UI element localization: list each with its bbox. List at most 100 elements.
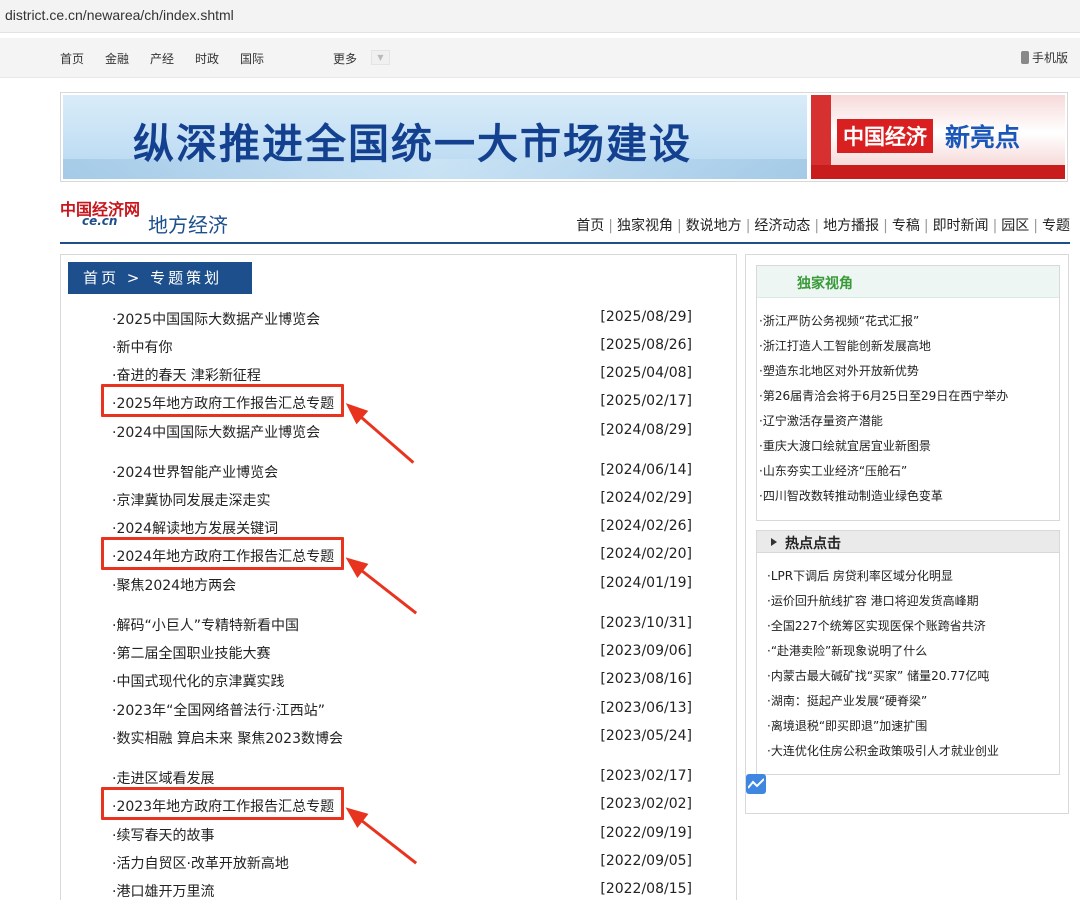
nav-home[interactable]: 首页 (576, 218, 604, 234)
highlight-box (101, 384, 344, 417)
chevron-down-icon[interactable]: ▼ (371, 50, 390, 65)
list-item[interactable]: ·2023年“全国网络普法行·江西站” [2023/06/13] (112, 698, 692, 722)
hot-item[interactable]: ·LPR下调后 房贷利率区域分化明显 (767, 567, 953, 584)
list-item[interactable]: ·第二届全国职业技能大赛 [2023/09/06] (112, 641, 692, 665)
topic-title[interactable]: ·聚焦2024地方两会 (112, 575, 236, 595)
site-logo-domain[interactable]: ce.cn (82, 214, 117, 228)
topic-title[interactable]: ·数实相融 算启未来 聚焦2023数博会 (112, 728, 343, 748)
topic-title[interactable]: ·中国式现代化的京津冀实践 (112, 671, 284, 691)
hot-item[interactable]: ·大连优化住房公积金政策吸引人才就业创业 (767, 742, 999, 759)
hot-click-box: 热点点击 ·LPR下调后 房贷利率区域分化明显 ·运价回升航线扩容 港口将迎发货… (756, 530, 1060, 775)
topnav-item-home[interactable]: 首页 (60, 50, 84, 67)
hot-item[interactable]: ·内蒙古最大碱矿找“买家” 储量20.77亿吨 (767, 667, 989, 684)
list-item[interactable]: ·聚焦2024地方两会 [2024/01/19] (112, 573, 692, 597)
topnav-item-politics[interactable]: 时政 (195, 50, 219, 67)
browser-address-bar[interactable]: district.ce.cn/newarea/ch/index.shtml (0, 0, 1080, 33)
list-item[interactable]: ·港口雄开万里流 [2022/08/15] (112, 879, 692, 900)
banner-slogan-panel[interactable]: 纵深推进全国统一大市场建设 (63, 95, 807, 179)
topic-date: [2024/06/14] (600, 462, 692, 478)
topic-date: [2023/02/02] (600, 796, 692, 812)
topnav-item-industry[interactable]: 产经 (150, 50, 174, 67)
topic-title[interactable]: ·走进区域看发展 (112, 768, 214, 788)
nav-data-local[interactable]: 数说地方 (686, 218, 742, 234)
chart-trend-icon[interactable] (746, 774, 766, 794)
breadcrumb[interactable]: 首页 > 专题策划 (68, 262, 252, 294)
nav-economy-news[interactable]: 经济动态 (754, 218, 810, 234)
hot-item[interactable]: ·湖南：挺起产业发展“硬脊梁” (767, 692, 927, 709)
exclusive-view-header: 独家视角 (757, 266, 1059, 298)
exclusive-item[interactable]: ·浙江打造人工智能创新发展高地 (759, 337, 931, 354)
list-item[interactable]: ·续写春天的故事 [2022/09/19] (112, 823, 692, 847)
site-header: 中国经济网 ce.cn 地方经济 首页 | 独家视角 | 数说地方 | 经济动态 | 地方播报 |… (60, 190, 1070, 244)
nav-instant-news[interactable]: 即时新闻 (933, 218, 989, 234)
hot-click-header: 热点点击 (757, 531, 1059, 553)
topic-title[interactable]: ·2025中国国际大数据产业博览会 (112, 309, 320, 329)
exclusive-item[interactable]: ·第26届青洽会将于6月25日至29日在西宁举办 (759, 387, 1008, 404)
topic-date: [2025/08/26] (600, 337, 692, 353)
highlight-box (101, 537, 344, 570)
topic-title[interactable]: ·京津冀协同发展走深走实 (112, 490, 270, 510)
list-item[interactable]: ·数实相融 算启未来 聚焦2023数博会 [2023/05/24] (112, 726, 692, 750)
topic-title[interactable]: ·新中有你 (112, 337, 172, 357)
mobile-version-link[interactable]: 手机版 (1020, 49, 1068, 66)
nav-separator: | (883, 218, 888, 234)
exclusive-item[interactable]: ·山东夯实工业经济“压舱石” (759, 462, 907, 479)
hot-item[interactable]: ·离境退税“即买即退”加速扩围 (767, 717, 927, 734)
nav-exclusive[interactable]: 独家视角 (617, 218, 673, 234)
topic-title[interactable]: ·解码“小巨人”专精特新看中国 (112, 615, 299, 635)
list-item[interactable]: ·2024世界智能产业博览会 [2024/06/14] (112, 460, 692, 484)
topic-date: [2025/02/17] (600, 393, 692, 409)
topic-date: [2022/09/05] (600, 853, 692, 869)
exclusive-view-title[interactable]: 独家视角 (797, 273, 853, 293)
topic-date: [2023/05/24] (600, 728, 692, 744)
exclusive-item[interactable]: ·重庆大渡口绘就宜居宜业新图景 (759, 437, 931, 454)
topnav-more-link[interactable]: 更多 (333, 50, 357, 67)
topnav-item-international[interactable]: 国际 (240, 50, 264, 67)
topnav-item-finance[interactable]: 金融 (105, 50, 129, 67)
topic-date: [2023/10/31] (600, 615, 692, 631)
exclusive-item[interactable]: ·浙江严防公务视频“花式汇报” (759, 312, 919, 329)
topic-date: [2023/09/06] (600, 643, 692, 659)
list-item[interactable]: ·2024中国国际大数据产业博览会 [2024/08/29] (112, 420, 692, 444)
nav-local-broadcast[interactable]: 地方播报 (823, 218, 879, 234)
section-title: 地方经济 (148, 213, 228, 237)
triangle-right-icon (771, 538, 777, 546)
topic-title[interactable]: ·奋进的春天 津彩新征程 (112, 365, 261, 385)
exclusive-item[interactable]: ·辽宁激活存量资产潜能 (759, 412, 883, 429)
topic-title[interactable]: ·2024世界智能产业博览会 (112, 462, 278, 482)
topic-title[interactable]: ·续写春天的故事 (112, 825, 214, 845)
nav-special-article[interactable]: 专稿 (892, 218, 920, 234)
top-banner[interactable]: 纵深推进全国统一大市场建设 中国经济 新亮点 (60, 92, 1068, 182)
topic-date: [2023/06/13] (600, 700, 692, 716)
list-item[interactable]: ·新中有你 [2025/08/26] (112, 335, 692, 359)
list-item[interactable]: ·2025中国国际大数据产业博览会 [2025/08/29] (112, 307, 692, 331)
banner-bright-spot: 新亮点 (945, 123, 1021, 152)
topic-title[interactable]: ·2023年“全国网络普法行·江西站” (112, 700, 325, 720)
nav-separator: | (992, 218, 998, 234)
hot-item[interactable]: ·运价回升航线扩容 港口将迎发货高峰期 (767, 592, 979, 609)
banner-slogan: 纵深推进全国统一大市场建设 (133, 120, 692, 168)
exclusive-item[interactable]: ·塑造东北地区对外开放新优势 (759, 362, 919, 379)
topic-date: [2024/02/20] (600, 546, 692, 562)
topic-title[interactable]: ·第二届全国职业技能大赛 (112, 643, 270, 663)
list-item[interactable]: ·解码“小巨人”专精特新看中国 [2023/10/31] (112, 613, 692, 637)
banner-brand-panel[interactable]: 中国经济 新亮点 (811, 95, 1065, 179)
list-item[interactable]: ·京津冀协同发展走深走实 [2024/02/29] (112, 488, 692, 512)
topic-title[interactable]: ·港口雄开万里流 (112, 881, 214, 900)
exclusive-item[interactable]: ·四川智改数转推动制造业绿色变革 (759, 487, 943, 504)
hot-item[interactable]: ·全国227个统筹区实现医保个账跨省共济 (767, 617, 986, 634)
list-item[interactable]: ·中国式现代化的京津冀实践 [2023/08/16] (112, 669, 692, 693)
banner-brand: 中国经济 (837, 119, 933, 153)
topic-title[interactable]: ·2024中国国际大数据产业博览会 (112, 422, 320, 442)
top-channel-nav: 首页 金融 产经 时政 国际 更多 ▼ 手机版 (0, 38, 1080, 78)
topic-date: [2024/02/29] (600, 490, 692, 506)
url-text[interactable]: district.ce.cn/newarea/ch/index.shtml (5, 7, 234, 23)
topic-title[interactable]: ·活力自贸区·改革开放新高地 (112, 853, 289, 873)
main-nav: 首页 | 独家视角 | 数说地方 | 经济动态 | 地方播报 | 专稿 | 即时新闻 | 园区 | 专题 (576, 215, 1070, 235)
nav-parks[interactable]: 园区 (1001, 218, 1029, 234)
nav-topics[interactable]: 专题 (1042, 218, 1070, 234)
topic-date: [2023/02/17] (600, 768, 692, 784)
topic-title[interactable]: ·2024解读地方发展关键词 (112, 518, 278, 538)
topic-date: [2023/08/16] (600, 671, 692, 687)
hot-item[interactable]: ·“赴港卖险”新现象说明了什么 (767, 642, 927, 659)
